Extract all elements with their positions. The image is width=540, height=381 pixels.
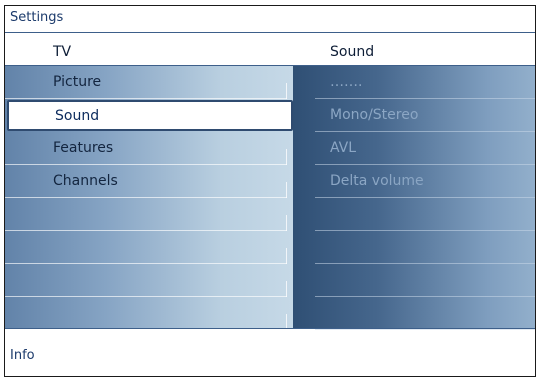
settings-window: Settings TV Sound Picture Sound Features Ch…: [4, 5, 536, 377]
submenu-item-empty[interactable]: [293, 264, 535, 297]
menu-item-picture[interactable]: Picture: [5, 66, 293, 99]
menu-item-channels[interactable]: Channels: [5, 165, 293, 198]
submenu-item-label: Delta volume: [330, 173, 424, 189]
submenu-item-empty[interactable]: [293, 231, 535, 264]
row-tick: [286, 215, 287, 231]
row-tick: [286, 248, 287, 264]
submenu-item-label: Mono/Stereo: [330, 107, 419, 123]
menu-item-empty[interactable]: [5, 231, 293, 264]
row-divider: [5, 329, 287, 330]
submenu-header: Sound: [330, 44, 375, 60]
menu-item-empty[interactable]: [5, 264, 293, 297]
row-divider: [5, 98, 287, 99]
submenu-item-label: AVL: [330, 140, 357, 156]
submenu-item-empty[interactable]: [293, 297, 535, 330]
submenu-item-mono-stereo[interactable]: Mono/Stereo: [293, 99, 535, 132]
title-divider: [5, 32, 535, 33]
submenu-item-[interactable]: …….: [293, 66, 535, 99]
menu-item-label: Features: [53, 140, 114, 156]
window-title: Settings: [10, 10, 64, 25]
submenu-item-avl[interactable]: AVL: [293, 132, 535, 165]
row-tick: [286, 281, 287, 297]
menu-item-empty[interactable]: [5, 297, 293, 330]
menu-item-label: Channels: [53, 173, 118, 189]
row-tick: [286, 83, 287, 99]
menu-item-label: Picture: [53, 74, 102, 90]
row-tick: [286, 182, 287, 198]
menu-item-sound[interactable]: Sound: [7, 100, 293, 131]
menu-item-features[interactable]: Features: [5, 132, 293, 165]
submenu-item-label: …….: [330, 74, 363, 90]
row-tick: [286, 149, 287, 165]
submenu-item-delta-volume[interactable]: Delta volume: [293, 165, 535, 198]
submenu-item-empty[interactable]: [293, 198, 535, 231]
footer-divider: [5, 328, 535, 329]
info-label: Info: [10, 348, 35, 363]
menu-item-label: Sound: [55, 108, 100, 124]
menu-item-empty[interactable]: [5, 198, 293, 231]
menu-header: TV: [53, 44, 72, 60]
row-divider: [315, 329, 535, 330]
